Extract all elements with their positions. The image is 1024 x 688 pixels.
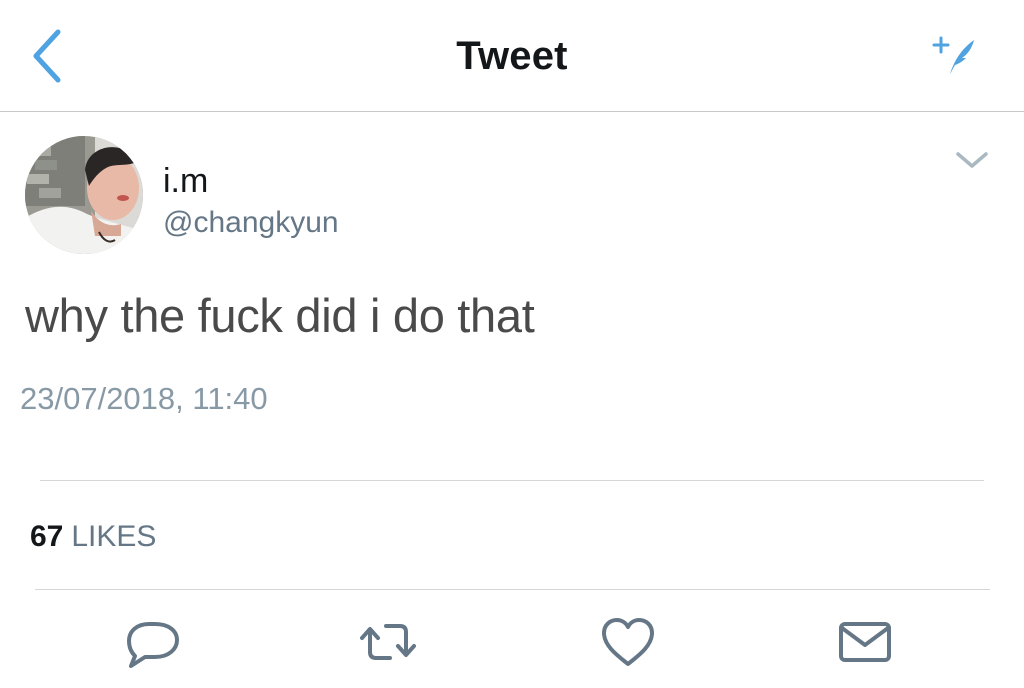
divider bbox=[40, 480, 984, 481]
direct-message-button[interactable] bbox=[833, 612, 897, 672]
compose-tweet-button[interactable] bbox=[928, 32, 980, 80]
reply-button[interactable] bbox=[121, 612, 185, 672]
speech-bubble-icon bbox=[127, 622, 179, 668]
feather-compose-icon bbox=[932, 36, 974, 74]
tweet-text: why the fuck did i do that bbox=[25, 289, 535, 342]
author-display-name[interactable]: i.m bbox=[163, 162, 208, 200]
retweet-icon bbox=[360, 624, 416, 660]
chevron-down-icon bbox=[956, 152, 988, 168]
author-handle[interactable]: @changkyun bbox=[163, 206, 339, 240]
retweet-button[interactable] bbox=[356, 612, 420, 672]
profile-photo bbox=[25, 136, 143, 254]
envelope-icon bbox=[839, 622, 891, 662]
like-button[interactable] bbox=[596, 612, 660, 672]
tweet-detail-screen: Tweet i.m @changkyun why the fuck did i … bbox=[0, 0, 1024, 688]
navigation-bar: Tweet bbox=[0, 0, 1024, 112]
likes-stat[interactable]: 67 LIKES bbox=[30, 520, 156, 554]
tweet-timestamp: 23/07/2018, 11:40 bbox=[20, 381, 268, 416]
likes-count: 67 bbox=[30, 520, 64, 553]
divider bbox=[35, 589, 990, 590]
avatar[interactable] bbox=[25, 136, 143, 254]
likes-label: LIKES bbox=[71, 520, 157, 553]
tweet-options-button[interactable] bbox=[950, 144, 994, 176]
page-title: Tweet bbox=[456, 34, 568, 78]
heart-icon bbox=[602, 618, 654, 666]
